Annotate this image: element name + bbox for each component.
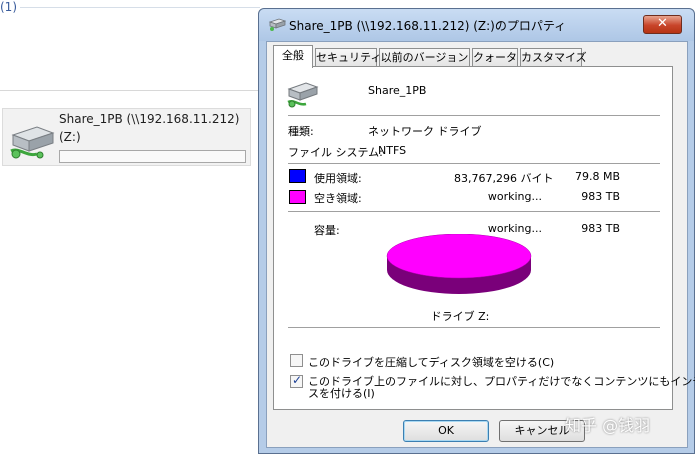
checkmark-icon: ✓ bbox=[292, 373, 303, 387]
tab-quota[interactable]: クォータ bbox=[472, 48, 518, 67]
capacity-size: 983 TB bbox=[581, 222, 620, 235]
watermark: 知乎 @钱羽 bbox=[565, 416, 651, 435]
group-divider bbox=[20, 7, 260, 8]
close-button[interactable]: ✕ bbox=[643, 15, 682, 34]
compress-checkbox[interactable] bbox=[290, 354, 303, 367]
compress-label[interactable]: このドライブを圧縮してディスク領域を空ける(C) bbox=[308, 354, 554, 370]
pie-caption: ドライブ Z: bbox=[430, 310, 490, 323]
free-space-swatch bbox=[289, 190, 306, 204]
used-space-swatch bbox=[289, 169, 306, 183]
index-label-line2[interactable]: スを付ける(I) bbox=[308, 385, 375, 401]
properties-dialog: Share_1PB (\\192.168.11.212) (Z:)のプロパティ … bbox=[258, 8, 695, 454]
title-bar[interactable]: Share_1PB (\\192.168.11.212) (Z:)のプロパティ … bbox=[259, 9, 694, 41]
filesystem-value: NTFS bbox=[378, 144, 407, 157]
general-tab-panel: Share_1PB 種類: ネットワーク ドライブ ファイル システム: NTF… bbox=[273, 66, 695, 410]
index-checkbox[interactable]: ✓ bbox=[290, 373, 303, 388]
free-space-size: 983 TB bbox=[581, 190, 620, 203]
free-space-bytes: working... bbox=[487, 190, 542, 203]
used-space-label: 使用領域: bbox=[314, 172, 362, 185]
type-label: 種類: bbox=[288, 125, 314, 138]
used-space-bytes: 83,767,296 バイト bbox=[454, 172, 554, 185]
tab-customize[interactable]: カスタマイズ bbox=[520, 48, 587, 67]
ok-button[interactable]: OK bbox=[403, 420, 489, 442]
section-divider bbox=[0, 90, 258, 91]
network-drive-icon bbox=[10, 126, 55, 159]
filesystem-label: ファイル システム: bbox=[288, 146, 383, 159]
disk-usage-pie-chart bbox=[386, 234, 532, 294]
free-space-label: 空き領域: bbox=[314, 192, 362, 205]
pie-top bbox=[386, 234, 532, 279]
used-space-size: 79.8 MB bbox=[574, 170, 620, 183]
group-count: (1) bbox=[0, 0, 17, 14]
tile-drive-name: Share_1PB (\\192.168.11.212) bbox=[59, 112, 240, 126]
tile-usage-bar bbox=[59, 150, 246, 163]
divider bbox=[288, 163, 660, 164]
divider bbox=[288, 211, 660, 212]
network-drive-icon bbox=[287, 82, 319, 108]
network-drive-tile[interactable]: Share_1PB (\\192.168.11.212) (Z:) bbox=[2, 108, 251, 166]
network-drive-icon bbox=[268, 18, 286, 31]
tile-drive-letter: (Z:) bbox=[59, 130, 81, 144]
tab-general[interactable]: 全般 bbox=[273, 45, 313, 68]
tab-previous-versions[interactable]: 以前のバージョン bbox=[379, 48, 470, 67]
type-value: ネットワーク ドライブ bbox=[368, 125, 482, 138]
tab-security[interactable]: セキュリティ bbox=[315, 48, 381, 67]
divider bbox=[288, 115, 660, 116]
dialog-client: 全般 セキュリティ 以前のバージョン クォータ カスタマイズ Share_1PB… bbox=[266, 41, 695, 448]
divider bbox=[288, 327, 660, 328]
dialog-title: Share_1PB (\\192.168.11.212) (Z:)のプロパティ bbox=[289, 19, 567, 33]
capacity-label: 容量: bbox=[314, 224, 340, 237]
drive-name: Share_1PB bbox=[368, 84, 427, 97]
